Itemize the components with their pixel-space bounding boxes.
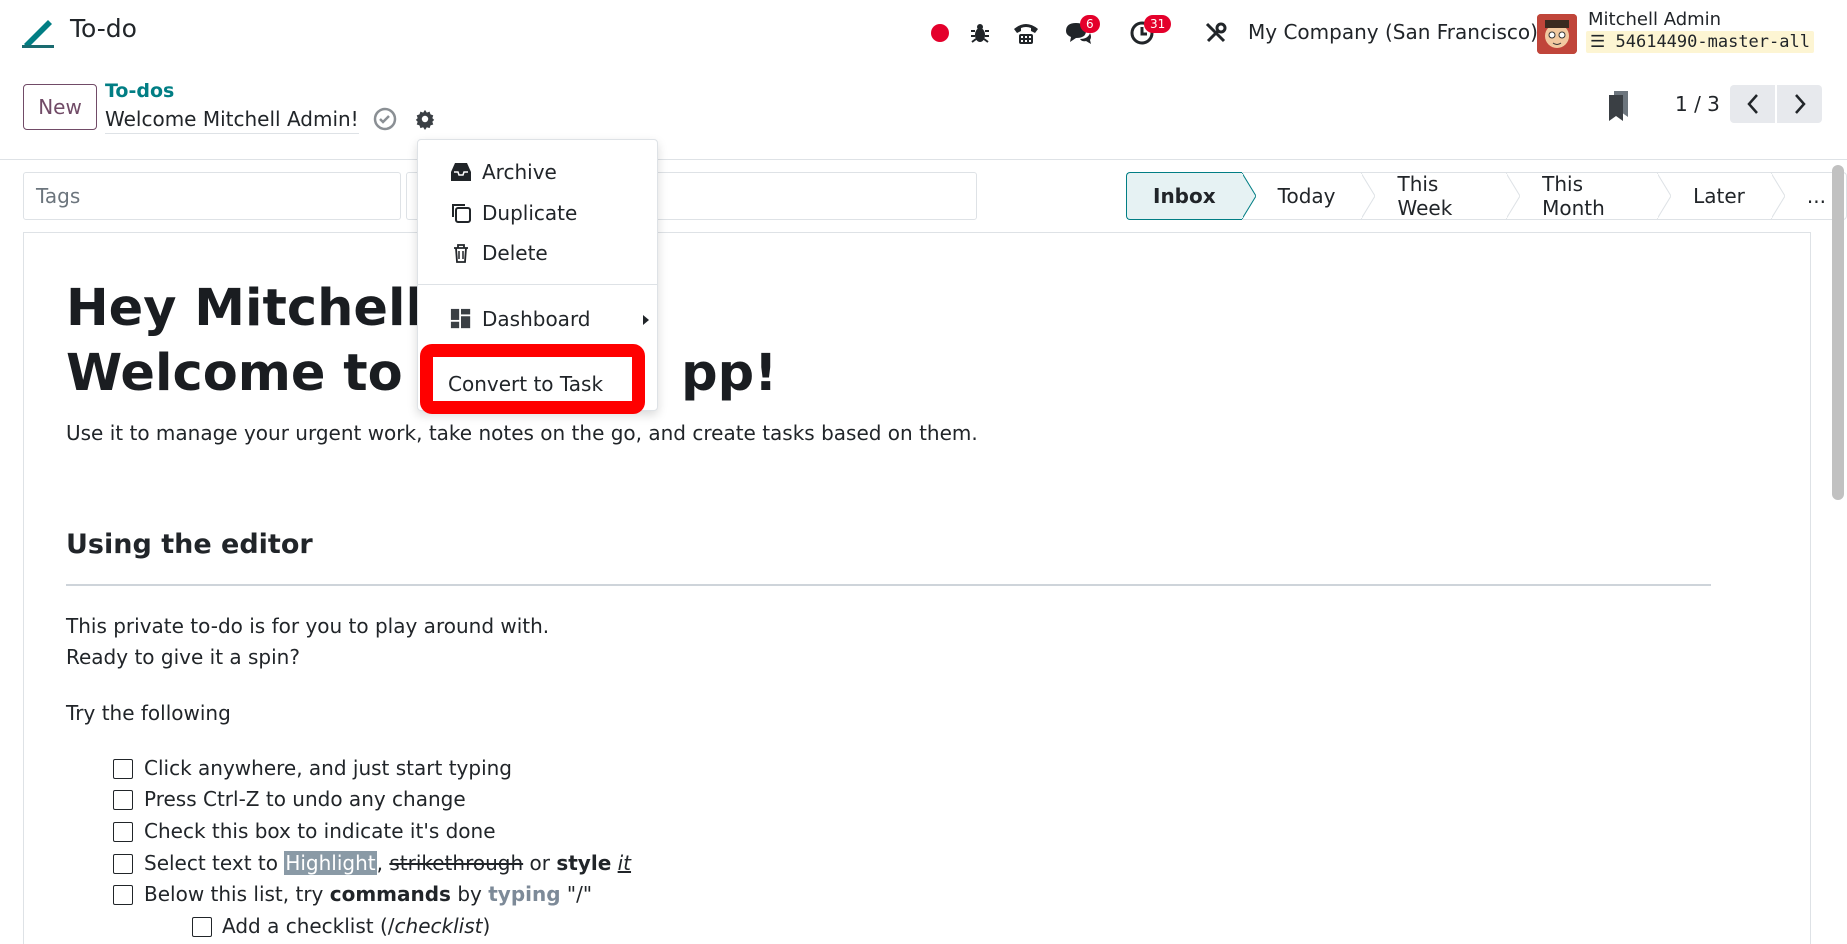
recording-dot-icon[interactable] (920, 13, 960, 53)
convert-to-task-menu-item[interactable]: Convert to Task (448, 372, 603, 396)
chevron-right-icon (1794, 94, 1806, 114)
checklist-checkbox[interactable] (192, 917, 212, 937)
stage-arrow (1241, 173, 1256, 219)
stage-statusbar: Inbox Today This Week This Month Later .… (1126, 172, 1847, 220)
checklist-item[interactable]: Check this box to indicate it's done (144, 819, 496, 843)
pager-counter[interactable]: 1 / 3 (1675, 92, 1720, 116)
checklist-checkbox[interactable] (113, 822, 133, 842)
pager-previous-button[interactable] (1730, 85, 1775, 123)
scrollbar-thumb[interactable] (1832, 165, 1844, 500)
stage-this-month[interactable]: This Month (1506, 172, 1672, 220)
check-circle-icon[interactable] (373, 107, 397, 135)
menu-separator (418, 284, 657, 285)
stage-later[interactable]: Later (1657, 172, 1785, 220)
checklist-checkbox[interactable] (113, 759, 133, 779)
bold-sample: style (556, 851, 612, 875)
stage-today[interactable]: Today (1241, 172, 1376, 220)
checklist-item[interactable]: Select text to Highlight, strikethrough … (144, 851, 631, 875)
italic-sample: it (617, 851, 632, 875)
menu-item-label: Delete (482, 241, 548, 265)
stage-label: Later (1693, 184, 1745, 208)
checklist-subitem[interactable]: Add a checklist (/checklist) (222, 914, 490, 938)
chat-badge: 6 (1080, 15, 1100, 33)
tags-placeholder: Tags (36, 184, 81, 208)
intro-start: Use it to manage your urgent work, (66, 421, 429, 445)
caret-right-icon (642, 307, 650, 331)
item-text: Select text to (144, 851, 285, 875)
delete-menu-item[interactable]: Delete (450, 241, 548, 265)
clock-icon[interactable]: 31 (1122, 13, 1172, 53)
stage-label: Today (1277, 184, 1336, 208)
activity-badge: 31 (1144, 15, 1172, 33)
paragraph-1[interactable]: This private to-do is for you to play ar… (66, 614, 549, 638)
item-text: , (376, 851, 390, 875)
phone-icon[interactable] (1006, 13, 1046, 53)
new-button[interactable]: New (23, 84, 97, 130)
chat-icon[interactable]: 6 (1058, 13, 1100, 53)
checklist-item[interactable]: Click anywhere, and just start typing (144, 756, 512, 780)
database-icon: ☰ (1590, 32, 1606, 52)
paragraph-2[interactable]: Ready to give it a spin? (66, 645, 300, 669)
pager-next-button[interactable] (1777, 85, 1822, 123)
intro-paragraph[interactable]: Use it to manage your urgent work, take … (66, 421, 978, 445)
section-title[interactable]: Using the editor (66, 529, 313, 560)
app-title[interactable]: To-do (70, 14, 137, 43)
stage-arrow (1657, 173, 1672, 219)
bold-sample: commands (329, 882, 451, 906)
checklist-checkbox[interactable] (113, 885, 133, 905)
checklist-checkbox[interactable] (113, 854, 133, 874)
breadcrumb-todos-link[interactable]: To-dos (105, 80, 174, 102)
database-name: 54614490-master-all (1615, 32, 1810, 52)
item-text: Below this list, try (144, 882, 330, 906)
trash-icon (450, 242, 472, 264)
record-name-field[interactable]: Welcome Mitchell Admin! (105, 107, 359, 134)
item-text: by (450, 882, 489, 906)
archive-menu-item[interactable]: Archive (450, 160, 557, 184)
company-switcher[interactable]: My Company (San Francisco) (1248, 20, 1538, 44)
tags-field[interactable]: Tags (23, 172, 401, 220)
stage-label: This Month (1542, 172, 1605, 220)
stage-arrow (1770, 173, 1785, 219)
user-name[interactable]: Mitchell Admin (1588, 9, 1721, 30)
duplicate-menu-item[interactable]: Duplicate (450, 201, 577, 225)
menu-item-label: Dashboard (482, 307, 591, 331)
dashboard-menu-item[interactable]: Dashboard (450, 307, 650, 331)
copy-icon (450, 202, 472, 224)
colored-sample: typing (488, 882, 561, 906)
paragraph-3[interactable]: Try the following (66, 701, 231, 725)
chevron-left-icon (1746, 94, 1758, 114)
todo-logo-icon[interactable] (20, 14, 56, 50)
item-text: Add a checklist (/ (222, 914, 395, 938)
heading-line-2-end: pp! (681, 344, 778, 403)
stage-inbox[interactable]: Inbox (1126, 172, 1256, 220)
bug-icon[interactable] (960, 13, 1000, 53)
database-badge: ☰ 54614490-master-all (1586, 31, 1814, 53)
intro-end: take notes on the go, and create tasks b… (428, 421, 978, 445)
bookmark-icon[interactable] (1608, 91, 1630, 125)
item-text: ) (482, 914, 491, 938)
stage-this-week[interactable]: This Week (1361, 172, 1521, 220)
checklist-item[interactable]: Below this list, try commands by typing … (144, 882, 592, 906)
item-text: or (523, 851, 557, 875)
dashboard-icon (450, 308, 472, 330)
highlight-sample: Highlight (284, 851, 377, 875)
user-avatar[interactable] (1537, 14, 1577, 54)
checklist-item[interactable]: Press Ctrl-Z to undo any change (144, 787, 466, 811)
gear-icon[interactable] (414, 108, 436, 134)
italic-sample: checklist (394, 914, 483, 938)
menu-item-label: Duplicate (482, 201, 578, 225)
stage-arrow (1361, 173, 1376, 219)
inbox-icon (450, 161, 472, 183)
divider (66, 584, 1711, 586)
stage-label: ... (1806, 184, 1826, 208)
stage-label: This Week (1397, 172, 1453, 220)
stage-label: Inbox (1153, 184, 1216, 208)
strikethrough-sample: strikethrough (389, 851, 524, 875)
checklist-checkbox[interactable] (113, 790, 133, 810)
menu-item-label: Archive (482, 160, 557, 184)
stage-arrow (1506, 173, 1521, 219)
tools-icon[interactable] (1196, 13, 1236, 53)
item-text: "/" (560, 882, 593, 906)
